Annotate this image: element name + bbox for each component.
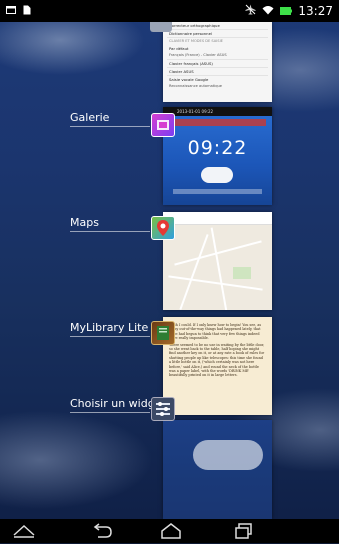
maps-app-icon — [151, 216, 175, 240]
settings-item-default: Par défaut — [169, 46, 189, 51]
gallery-header: 2013-01-01 09:22 — [163, 107, 272, 116]
map-road — [210, 227, 228, 310]
weather-bar — [173, 189, 262, 194]
gallery-clock: 09:22 — [187, 137, 248, 159]
airplane-off-icon — [245, 4, 256, 18]
settings-item-google-sub: Reconnaissance automatique — [169, 84, 222, 88]
map-park — [233, 267, 251, 279]
recent-label-maps: Maps — [70, 216, 99, 229]
divider-galerie — [70, 126, 150, 127]
battery-icon — [280, 5, 293, 18]
divider-maps — [70, 231, 150, 232]
book-paragraph-1: Sixth I could. If I only knew how to beg… — [169, 323, 262, 341]
chevron-up-icon — [13, 524, 35, 538]
recent-thumb-galerie[interactable]: 2013-01-01 09:22 09:22 — [163, 107, 272, 205]
settings-item-google: Saisie vocale Google — [169, 77, 209, 82]
settings-line-1: Correcteur orthographique — [169, 23, 220, 28]
book-paragraph-2: There seemed to be no use in waiting by … — [169, 342, 265, 378]
file-notification-icon — [22, 5, 32, 15]
maps-search-bar — [163, 212, 272, 225]
recent-label-mylibrary: MyLibrary Lite — [70, 321, 149, 334]
widget-app-icon — [151, 397, 175, 421]
settings-item-default-sub: Français (France) - Clavier ASUS — [169, 53, 227, 57]
cloud-icon — [201, 167, 233, 183]
settings-item-asus: Clavier français (ASUS) — [169, 61, 213, 66]
image-notification-icon — [6, 5, 16, 15]
gallery-search-bar — [169, 119, 266, 126]
home-button[interactable] — [157, 522, 185, 540]
divider-widget — [70, 412, 150, 413]
mylibrary-app-icon — [151, 321, 175, 345]
home-icon — [161, 523, 181, 539]
settings-section: CLAVIER ET MODES DE SAISIE — [169, 39, 223, 43]
status-bar: 13:27 — [0, 0, 339, 22]
recent-apps-button[interactable] — [230, 522, 258, 540]
wifi-icon — [262, 5, 274, 18]
settings-item-asus2: Clavier ASUS — [169, 69, 194, 74]
widget-cloud — [193, 440, 263, 470]
status-time: 13:27 — [298, 4, 333, 18]
recent-thumb-mylibrary[interactable]: Sixth I could. If I only knew how to beg… — [163, 317, 272, 415]
settings-app-icon — [150, 22, 172, 32]
gallery-app-icon — [151, 113, 175, 137]
divider-mylibrary — [70, 336, 150, 337]
collapse-button[interactable] — [10, 522, 38, 540]
settings-line-2: Dictionnaire personnel — [169, 31, 212, 36]
recent-apps-icon — [235, 523, 252, 539]
recent-thumb-maps[interactable] — [163, 212, 272, 310]
recent-thumb-widget[interactable] — [163, 420, 272, 519]
nav-bar — [0, 519, 339, 543]
recent-thumb-settings[interactable]: Correcteur orthographique Dictionnaire p… — [163, 22, 272, 102]
back-button[interactable] — [88, 522, 116, 540]
back-arrow-icon — [93, 523, 112, 538]
recent-label-galerie: Galerie — [70, 111, 110, 124]
map-road — [179, 234, 209, 310]
